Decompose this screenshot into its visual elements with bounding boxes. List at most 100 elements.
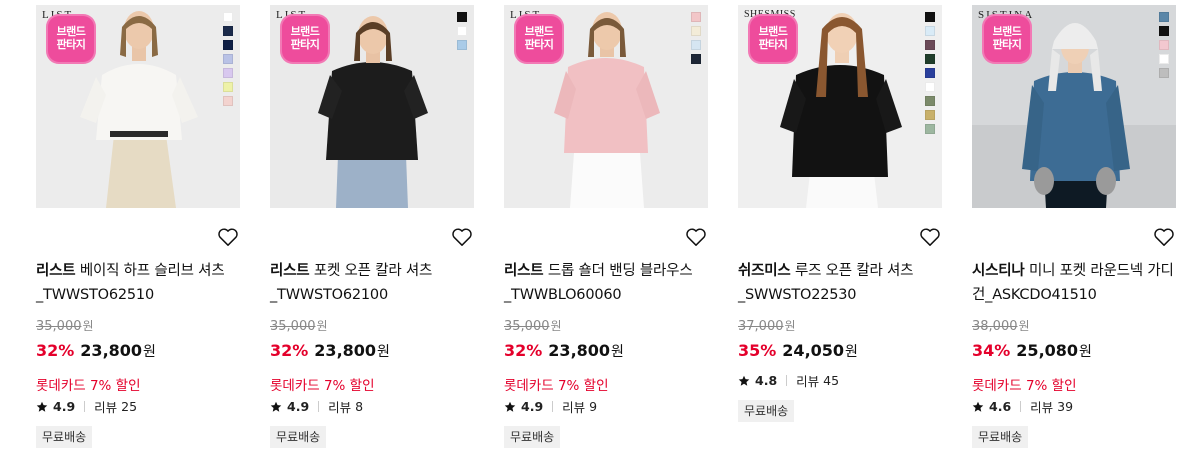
star-icon: [504, 401, 516, 412]
color-swatches: [223, 12, 233, 106]
discount-rate: 35%: [738, 341, 777, 360]
original-price: 35,000원: [504, 317, 562, 334]
rating-score: 4.9: [521, 399, 544, 414]
divider: [318, 401, 320, 412]
free-shipping-badge: 무료배송: [738, 400, 795, 422]
brand-name: 리스트: [36, 263, 76, 279]
review-label: 리뷰: [562, 400, 586, 415]
rating-score: 4.6: [989, 399, 1012, 414]
color-swatch: [457, 40, 467, 50]
rating-row: 4.9 리뷰 25: [36, 397, 137, 416]
badge-line-1: 브랜드: [56, 25, 86, 38]
sale-price: 25,080원: [1016, 341, 1092, 360]
color-swatch: [223, 26, 233, 36]
review-label: 리뷰: [1030, 400, 1054, 415]
discount-rate: 32%: [504, 341, 543, 360]
review-label: 리뷰: [796, 374, 820, 389]
color-swatch: [223, 40, 233, 50]
color-swatch: [925, 68, 935, 78]
discount-rate: 32%: [270, 341, 309, 360]
original-price: 37,000원: [738, 317, 796, 334]
star-icon: [738, 375, 750, 386]
currency-unit: 원: [82, 319, 94, 333]
product-grid: LIST 브랜드 판타지 리스트 베이직 하프 슬리브 셔츠_TWWSTO625…: [0, 0, 1182, 458]
rating-score: 4.9: [287, 399, 310, 414]
product-card[interactable]: SISTINA 브랜드 판타지 시스티나 미니 포켓 라운드넥 가디건_ASKC…: [972, 5, 1178, 455]
product-title[interactable]: 리스트 베이직 하프 슬리브 셔츠_TWWSTO62510: [36, 259, 241, 307]
color-swatches: [1159, 12, 1169, 78]
product-title[interactable]: 리스트 포켓 오픈 칼라 셔츠_TWWSTO62100: [270, 259, 475, 307]
product-image[interactable]: LIST 브랜드 판타지: [36, 5, 240, 208]
rating-row: 4.6 리뷰 39: [972, 397, 1073, 416]
free-shipping-badge: 무료배송: [36, 426, 93, 448]
product-title[interactable]: 시스티나 미니 포켓 라운드넥 가디건_ASKCDO41510: [972, 259, 1177, 307]
product-image[interactable]: SISTINA 브랜드 판타지: [972, 5, 1176, 208]
product-title[interactable]: 쉬즈미스 루즈 오픈 칼라 셔츠_SWWSTO22530: [738, 259, 943, 307]
brand-name: 리스트: [270, 263, 310, 279]
card-discount-offer: 롯데카드 7% 할인: [504, 378, 609, 394]
product-card[interactable]: LIST 브랜드 판타지 리스트 포켓 오픈 칼라 셔츠_TWWSTO62100…: [270, 5, 476, 455]
star-icon: [972, 401, 984, 412]
review-count: 25: [121, 399, 138, 414]
badge-line-1: 브랜드: [758, 25, 788, 38]
currency-unit: 원: [550, 319, 562, 333]
color-swatch: [925, 110, 935, 120]
product-title[interactable]: 리스트 드롭 숄더 밴딩 블라우스_TWWBLO60060: [504, 259, 709, 307]
heart-outline-icon[interactable]: [685, 227, 707, 247]
color-swatch: [1159, 54, 1169, 64]
sale-price: 23,800원: [314, 341, 390, 360]
color-swatch: [223, 54, 233, 64]
brand-fantasy-badge: 브랜드 판타지: [46, 14, 96, 64]
original-price-value: 37,000: [738, 319, 784, 334]
original-price-value: 35,000: [504, 319, 550, 334]
sale-price: 23,800원: [548, 341, 624, 360]
badge-line-1: 브랜드: [290, 25, 320, 38]
product-image[interactable]: LIST 브랜드 판타지: [504, 5, 708, 208]
original-price-value: 35,000: [36, 319, 82, 334]
sale-price-value: 23,800: [80, 341, 143, 360]
badge-line-2: 판타지: [290, 38, 320, 51]
color-swatch: [223, 82, 233, 92]
review-count: 9: [589, 399, 598, 414]
product-image[interactable]: SHESMISS 브랜드 판타지: [738, 5, 942, 208]
badge-line-2: 판타지: [758, 38, 788, 51]
divider: [84, 401, 86, 412]
original-price-value: 38,000: [972, 319, 1018, 334]
brand-fantasy-badge: 브랜드 판타지: [982, 14, 1032, 64]
heart-outline-icon[interactable]: [919, 227, 941, 247]
star-icon: [36, 401, 48, 412]
original-price: 38,000원: [972, 317, 1030, 334]
product-card[interactable]: LIST 브랜드 판타지 리스트 드롭 숄더 밴딩 블라우스_TWWBLO600…: [504, 5, 710, 455]
heart-outline-icon[interactable]: [1153, 227, 1175, 247]
review-count: 39: [1057, 399, 1074, 414]
price-row: 34% 25,080원: [972, 341, 1092, 361]
rating-row: 4.9 리뷰 9: [504, 397, 597, 416]
product-card[interactable]: SHESMISS 브랜드 판타지 쉬즈미스 루즈 오픈 칼라 셔츠_SWWSTO…: [738, 5, 944, 455]
badge-line-2: 판타지: [524, 38, 554, 51]
sale-price-value: 23,800: [548, 341, 611, 360]
color-swatch: [1159, 68, 1169, 78]
currency-unit: 원: [1079, 344, 1092, 360]
original-price: 35,000원: [270, 317, 328, 334]
color-swatches: [691, 12, 701, 64]
sale-price-value: 24,050: [782, 341, 845, 360]
divider: [1020, 401, 1022, 412]
original-price: 35,000원: [36, 317, 94, 334]
color-swatch: [223, 68, 233, 78]
heart-outline-icon[interactable]: [217, 227, 239, 247]
product-card[interactable]: LIST 브랜드 판타지 리스트 베이직 하프 슬리브 셔츠_TWWSTO625…: [36, 5, 242, 455]
color-swatch: [925, 54, 935, 64]
color-swatch: [1159, 40, 1169, 50]
divider: [786, 375, 788, 386]
currency-unit: 원: [784, 319, 796, 333]
discount-rate: 34%: [972, 341, 1011, 360]
color-swatch: [457, 12, 467, 22]
color-swatch: [925, 96, 935, 106]
color-swatches: [925, 12, 935, 134]
free-shipping-badge: 무료배송: [972, 426, 1029, 448]
heart-outline-icon[interactable]: [451, 227, 473, 247]
currency-unit: 원: [611, 344, 624, 360]
product-image[interactable]: LIST 브랜드 판타지: [270, 5, 474, 208]
rating-score: 4.8: [755, 373, 778, 388]
price-row: 32% 23,800원: [36, 341, 156, 361]
